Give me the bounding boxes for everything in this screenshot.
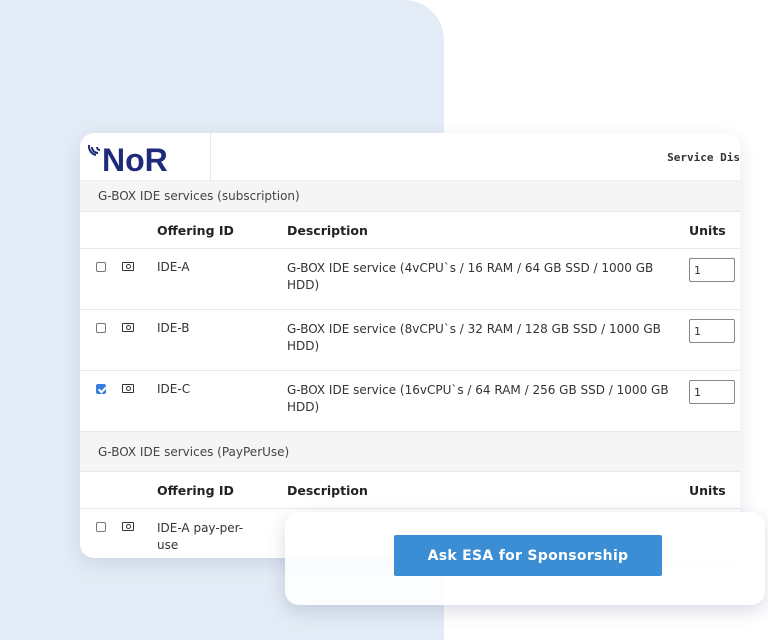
table-row: IDE-C G-BOX IDE service (16vCPU`s / 64 R… [80,371,740,432]
section-title-subscription: G-BOX IDE services (subscription) [80,181,740,212]
offering-description: G-BOX IDE service (8vCPU`s / 32 RAM / 12… [287,322,661,353]
column-header-offering-id: Offering ID [157,482,234,498]
table-row: IDE-A G-BOX IDE service (4vCPU`s / 16 RA… [80,249,740,310]
row-checkbox-checked[interactable] [96,384,106,394]
table-header: Offering ID Description Units [80,212,740,249]
row-checkbox[interactable] [96,522,106,532]
column-header-units: Units [689,482,726,498]
service-dis-link[interactable]: Service Dis [667,151,740,164]
column-header-description: Description [287,222,368,238]
table-row: IDE-B G-BOX IDE service (8vCPU`s / 32 RA… [80,310,740,371]
section-title-payperuse: G-BOX IDE services (PayPerUse) [80,432,740,472]
cash-icon [122,384,134,393]
top-bar: NoR Service Dis [80,133,740,181]
logo[interactable]: NoR [80,133,211,181]
units-input[interactable]: 1 [689,380,735,404]
column-header-units: Units [689,222,726,238]
cash-icon [122,522,134,531]
offering-id: IDE-A pay-per-use [157,521,244,552]
offering-description: G-BOX IDE service (16vCPU`s / 64 RAM / 2… [287,383,669,414]
units-input[interactable]: 1 [689,319,735,343]
row-checkbox[interactable] [96,262,106,272]
units-input[interactable]: 1 [689,258,735,282]
offering-id: IDE-A [157,260,190,274]
cash-icon [122,262,134,271]
row-checkbox[interactable] [96,323,106,333]
ask-sponsorship-button[interactable]: Ask ESA for Sponsorship [394,535,662,576]
service-card: NoR Service Dis G-BOX IDE services (subs… [80,133,740,558]
offering-id: IDE-B [157,321,190,335]
offering-description: G-BOX IDE service (4vCPU`s / 16 RAM / 64… [287,261,654,292]
signal-waves-icon [88,144,101,156]
offering-id: IDE-C [157,382,191,396]
column-header-offering-id: Offering ID [157,222,234,238]
cash-icon [122,323,134,332]
column-header-description: Description [287,482,368,498]
table-header: Offering ID Description Units [80,472,740,509]
